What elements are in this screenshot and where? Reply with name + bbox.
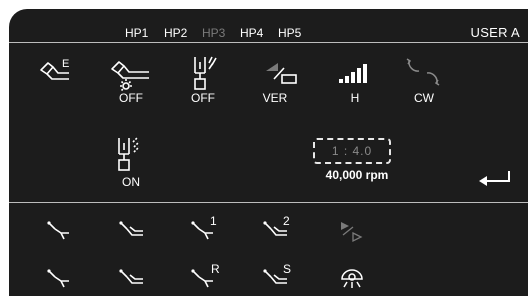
preset-mark: S bbox=[283, 262, 291, 276]
presets-divider bbox=[9, 202, 528, 203]
straight-handpiece-icon bbox=[119, 269, 143, 284]
rotation-icon bbox=[406, 58, 440, 86]
spray-icon bbox=[194, 56, 217, 90]
contra-angle-icon bbox=[47, 221, 69, 240]
speed-level-button[interactable] bbox=[336, 61, 372, 85]
handpiece-icon: E bbox=[40, 58, 69, 80]
enter-button[interactable] bbox=[477, 169, 513, 189]
preset-2-button[interactable] bbox=[117, 217, 151, 245]
preset-4-button[interactable]: 2 bbox=[261, 213, 299, 247]
preset-5-button[interactable] bbox=[339, 219, 367, 243]
light-status: OFF bbox=[119, 91, 143, 105]
rpm-value: 40,000 rpm bbox=[325, 168, 389, 182]
torque-button[interactable] bbox=[264, 59, 300, 85]
straight-handpiece-icon: 2 bbox=[263, 214, 290, 236]
preset-10-button[interactable] bbox=[339, 267, 365, 291]
gear-ratio-display[interactable]: 1 : 4.0 bbox=[313, 138, 391, 164]
light-handpiece-icon bbox=[111, 61, 149, 92]
preset-6-button[interactable] bbox=[45, 265, 79, 293]
contra-angle-icon: 1 bbox=[191, 214, 217, 240]
straight-handpiece-icon: S bbox=[263, 262, 291, 284]
tab-hp4[interactable]: HP4 bbox=[240, 26, 263, 40]
preset-9-button[interactable]: S bbox=[261, 261, 299, 295]
light-toggle-button[interactable] bbox=[109, 57, 157, 92]
water-status: ON bbox=[122, 175, 140, 189]
speed-level-status: H bbox=[350, 91, 360, 105]
water-spray-icon bbox=[118, 137, 140, 171]
preset-mark: 2 bbox=[283, 214, 290, 228]
tab-hp5[interactable]: HP5 bbox=[278, 26, 301, 40]
spray-status: OFF bbox=[191, 91, 215, 105]
handpiece-mode-label: E bbox=[62, 58, 69, 70]
handpiece-mode-button[interactable]: E bbox=[39, 57, 87, 87]
preset-mark: R bbox=[211, 262, 220, 276]
preset-3-button[interactable]: 1 bbox=[189, 213, 227, 247]
preset-7-button[interactable] bbox=[117, 265, 151, 293]
light-dome-icon bbox=[341, 269, 363, 288]
signal-bars-icon bbox=[339, 64, 367, 83]
control-panel-screen: HP1 HP2 HP3 HP4 HP5 USER A E OFF OFF VER… bbox=[9, 9, 528, 296]
return-arrow-icon bbox=[479, 171, 510, 186]
torque-icon bbox=[266, 63, 297, 84]
play-forward-icon bbox=[341, 222, 363, 243]
header-divider bbox=[9, 42, 528, 43]
tab-hp1[interactable]: HP1 bbox=[125, 26, 148, 40]
tab-hp3[interactable]: HP3 bbox=[202, 26, 225, 40]
water-toggle-button[interactable] bbox=[116, 136, 146, 174]
direction-status: CW bbox=[414, 91, 434, 105]
tab-hp2[interactable]: HP2 bbox=[164, 26, 187, 40]
spray-toggle-button[interactable] bbox=[192, 55, 222, 93]
user-indicator[interactable]: USER A bbox=[471, 25, 520, 40]
contra-angle-icon bbox=[47, 269, 69, 288]
straight-handpiece-icon bbox=[119, 221, 143, 236]
preset-1-button[interactable] bbox=[45, 217, 79, 245]
preset-8-button[interactable]: R bbox=[189, 261, 227, 295]
preset-mark: 1 bbox=[210, 214, 217, 228]
direction-button[interactable] bbox=[405, 57, 441, 87]
torque-status: VER bbox=[262, 91, 288, 105]
contra-angle-icon: R bbox=[191, 262, 220, 288]
gear-ratio-value: 1 : 4.0 bbox=[331, 144, 373, 158]
